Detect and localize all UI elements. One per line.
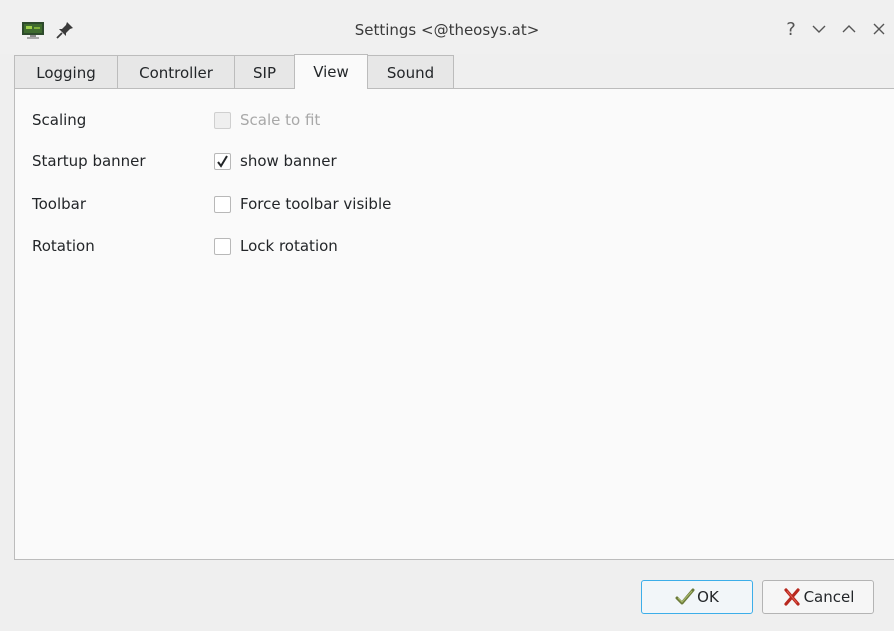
- close-button[interactable]: [868, 17, 890, 41]
- tab-sip[interactable]: SIP: [234, 55, 294, 89]
- close-icon: [873, 23, 885, 35]
- question-mark-icon: ?: [786, 18, 796, 40]
- window-title: Settings <@theosys.at>: [354, 21, 540, 39]
- ok-checkmark-icon: [675, 588, 695, 605]
- toolbar-row: Toolbar Force toolbar visible: [32, 192, 391, 216]
- tab-bar: Logging Controller SIP View Sound: [14, 54, 454, 89]
- startup-banner-label: Startup banner: [32, 152, 146, 170]
- startup-banner-row: Startup banner show banner: [32, 149, 337, 173]
- chevron-up-icon: [842, 25, 856, 33]
- scaling-row: Scaling Scale to fit: [32, 108, 320, 132]
- lock-rotation-label[interactable]: Lock rotation: [240, 237, 338, 255]
- rotation-label: Rotation: [32, 237, 95, 255]
- ok-button-label: OK: [697, 588, 719, 606]
- lock-rotation-checkbox[interactable]: [214, 237, 231, 255]
- minimize-button[interactable]: [808, 17, 830, 41]
- scale-to-fit-checkbox[interactable]: [214, 111, 231, 129]
- view-settings-panel: Scaling Scale to fit Startup banner show…: [14, 88, 894, 560]
- settings-dialog: Settings <@theosys.at> ? Logging Control…: [0, 0, 894, 631]
- maximize-button[interactable]: [838, 17, 860, 41]
- force-toolbar-visible-label[interactable]: Force toolbar visible: [240, 195, 391, 213]
- chevron-down-icon: [812, 25, 826, 33]
- show-banner-label[interactable]: show banner: [240, 152, 337, 170]
- tab-sound[interactable]: Sound: [368, 55, 454, 89]
- toolbar-label: Toolbar: [32, 195, 87, 213]
- force-toolbar-visible-checkbox[interactable]: [214, 195, 231, 213]
- tab-logging[interactable]: Logging: [14, 55, 117, 89]
- help-button[interactable]: ?: [780, 17, 802, 41]
- cancel-x-icon: [783, 588, 800, 606]
- tab-controller[interactable]: Controller: [117, 55, 234, 89]
- rotation-row: Rotation Lock rotation: [32, 234, 338, 258]
- scaling-label: Scaling: [32, 111, 87, 129]
- scale-to-fit-label[interactable]: Scale to fit: [240, 111, 320, 129]
- cancel-button-label: Cancel: [803, 588, 855, 606]
- checkmark-icon: [217, 154, 228, 168]
- ok-button[interactable]: OK: [641, 580, 753, 614]
- title-bar[interactable]: Settings <@theosys.at> ?: [0, 0, 894, 54]
- tab-view[interactable]: View: [294, 54, 368, 89]
- cancel-button[interactable]: Cancel: [762, 580, 874, 614]
- show-banner-checkbox[interactable]: [214, 152, 231, 170]
